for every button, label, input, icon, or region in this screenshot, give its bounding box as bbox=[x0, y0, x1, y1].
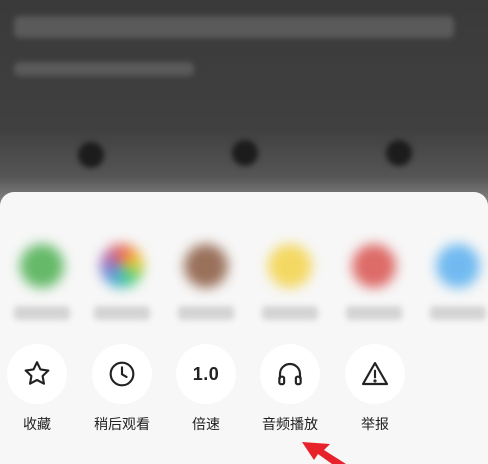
share-target[interactable] bbox=[164, 232, 248, 332]
moments-icon bbox=[100, 244, 144, 288]
share-target-label bbox=[178, 306, 234, 320]
share-target[interactable] bbox=[248, 232, 332, 332]
share-targets-row bbox=[0, 232, 488, 332]
share-target[interactable] bbox=[416, 232, 488, 332]
favorite-button[interactable]: 收藏 bbox=[0, 344, 79, 436]
speed-icon-circle: 1.0 bbox=[176, 344, 236, 404]
watch-later-button[interactable]: 稍后观看 bbox=[80, 344, 164, 436]
audio-play-button[interactable]: 音频播放 bbox=[248, 344, 332, 436]
share-target-label bbox=[430, 306, 486, 320]
blurred-control-icon bbox=[386, 140, 412, 166]
favorite-label: 收藏 bbox=[23, 417, 51, 433]
playback-speed-label: 倍速 bbox=[192, 417, 220, 433]
warning-icon bbox=[361, 362, 389, 386]
action-row: 收藏 稍后观看 1.0 倍速 音频播放 举报 bbox=[0, 344, 488, 436]
speed-icon: 1.0 bbox=[192, 363, 220, 384]
share-target[interactable] bbox=[0, 232, 84, 332]
avatar-icon bbox=[184, 244, 228, 288]
report-icon-circle bbox=[345, 344, 405, 404]
share-sheet: 收藏 稍后观看 1.0 倍速 音频播放 举报 bbox=[0, 192, 488, 464]
watch-later-icon-circle bbox=[92, 344, 152, 404]
playback-speed-button[interactable]: 1.0 倍速 bbox=[164, 344, 248, 436]
share-target-label bbox=[14, 306, 70, 320]
share-target[interactable] bbox=[332, 232, 416, 332]
blurred-title bbox=[14, 16, 454, 38]
blurred-subtitle bbox=[14, 62, 194, 76]
star-icon bbox=[24, 361, 50, 385]
pointer-arrow bbox=[302, 442, 346, 464]
video-backdrop bbox=[0, 0, 488, 215]
blurred-control-icon bbox=[78, 142, 104, 168]
share-target-label bbox=[346, 306, 402, 320]
share-target-label bbox=[262, 306, 318, 320]
favorite-icon-circle bbox=[7, 344, 67, 404]
clock-icon bbox=[109, 361, 135, 387]
wechat-icon bbox=[20, 244, 64, 288]
audio-play-icon-circle bbox=[260, 344, 320, 404]
share-target[interactable] bbox=[80, 232, 164, 332]
weibo-icon bbox=[352, 244, 396, 288]
report-button[interactable]: 举报 bbox=[333, 344, 417, 436]
blue-app-icon bbox=[436, 244, 480, 288]
blurred-control-icon bbox=[232, 140, 258, 166]
share-target-label bbox=[94, 306, 150, 320]
report-label: 举报 bbox=[361, 417, 389, 433]
audio-play-label: 音频播放 bbox=[262, 417, 318, 433]
headphones-icon bbox=[278, 362, 302, 386]
yellow-app-icon bbox=[268, 244, 312, 288]
watch-later-label: 稍后观看 bbox=[94, 417, 150, 433]
